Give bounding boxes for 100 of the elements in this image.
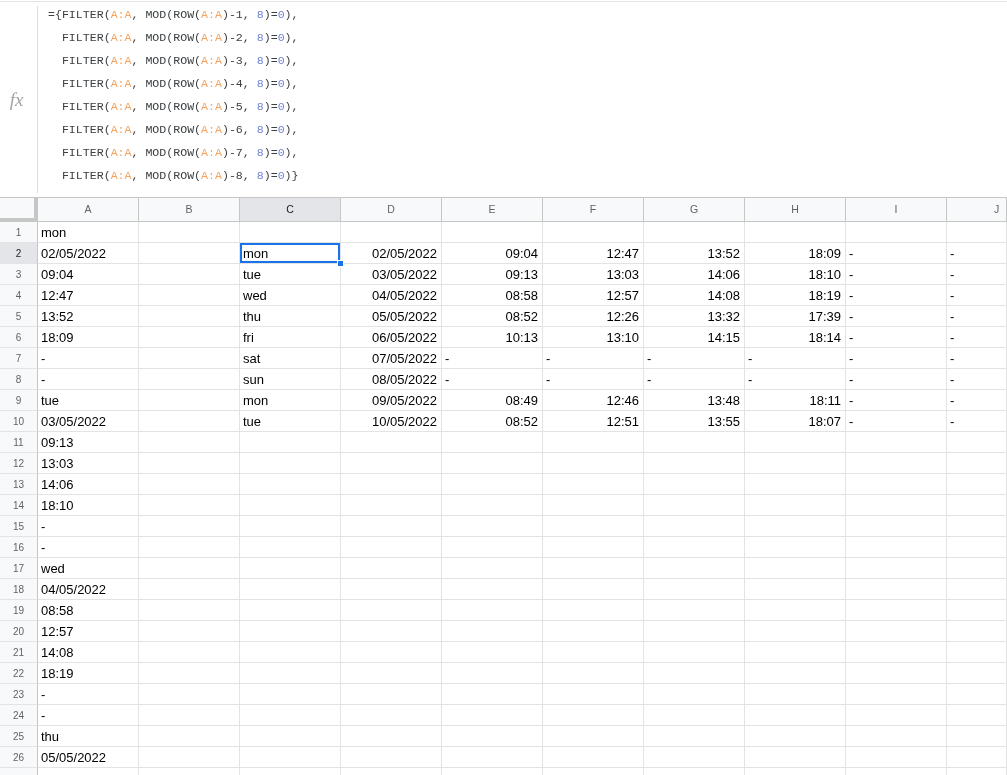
sheet-cell[interactable]: - — [947, 411, 1007, 432]
row-header[interactable]: 7 — [0, 348, 38, 369]
sheet-cell[interactable]: 08:49 — [442, 390, 543, 411]
empty-cell[interactable] — [846, 684, 947, 705]
sheet-cell[interactable]: - — [846, 285, 947, 306]
empty-cell[interactable] — [442, 516, 543, 537]
empty-cell[interactable] — [139, 558, 240, 579]
empty-cell[interactable] — [947, 684, 1007, 705]
empty-cell[interactable] — [745, 222, 846, 243]
row-header[interactable]: 18 — [0, 579, 38, 600]
row-header[interactable]: 15 — [0, 516, 38, 537]
empty-cell[interactable] — [947, 579, 1007, 600]
row-header[interactable]: 25 — [0, 726, 38, 747]
sheet-cell[interactable]: - — [644, 348, 745, 369]
sheet-cell[interactable]: 08:52 — [442, 306, 543, 327]
column-header[interactable]: B — [139, 198, 240, 222]
sheet-cell[interactable]: - — [745, 369, 846, 390]
empty-cell[interactable] — [543, 747, 644, 768]
sheet-cell[interactable]: sun — [240, 369, 341, 390]
sheet-cell[interactable]: 18:09 — [38, 327, 139, 348]
row-header[interactable]: 21 — [0, 642, 38, 663]
empty-cell[interactable] — [442, 600, 543, 621]
empty-cell[interactable] — [846, 495, 947, 516]
empty-cell[interactable] — [442, 222, 543, 243]
empty-cell[interactable] — [846, 474, 947, 495]
sheet-cell[interactable]: - — [38, 684, 139, 705]
empty-cell[interactable] — [139, 306, 240, 327]
empty-cell[interactable] — [644, 684, 745, 705]
empty-cell[interactable] — [745, 432, 846, 453]
empty-cell[interactable] — [947, 474, 1007, 495]
empty-cell[interactable] — [240, 432, 341, 453]
sheet-cell[interactable]: 04/05/2022 — [341, 285, 442, 306]
empty-cell[interactable] — [240, 642, 341, 663]
empty-cell[interactable] — [745, 621, 846, 642]
empty-cell[interactable] — [139, 705, 240, 726]
sheet-cell[interactable]: - — [947, 369, 1007, 390]
empty-cell[interactable] — [745, 495, 846, 516]
sheet-cell[interactable]: 05/05/2022 — [38, 747, 139, 768]
empty-cell[interactable] — [139, 516, 240, 537]
empty-cell[interactable] — [139, 663, 240, 684]
row-header[interactable]: 19 — [0, 600, 38, 621]
sheet-cell[interactable]: 14:06 — [38, 474, 139, 495]
empty-cell[interactable] — [139, 411, 240, 432]
sheet-cell[interactable]: 09:13 — [442, 264, 543, 285]
column-header[interactable]: E — [442, 198, 543, 222]
empty-cell[interactable] — [745, 726, 846, 747]
sheet-cell[interactable]: 12:26 — [543, 306, 644, 327]
sheet-cell[interactable]: - — [38, 516, 139, 537]
empty-cell[interactable] — [846, 663, 947, 684]
sheet-cell[interactable]: 06/05/2022 — [341, 327, 442, 348]
row-header[interactable]: 2 — [0, 243, 38, 264]
empty-cell[interactable] — [543, 516, 644, 537]
sheet-cell[interactable]: thu — [38, 726, 139, 747]
empty-cell[interactable] — [543, 222, 644, 243]
empty-cell[interactable] — [442, 474, 543, 495]
empty-cell[interactable] — [543, 432, 644, 453]
sheet-cell[interactable]: - — [947, 306, 1007, 327]
sheet-cell[interactable]: tue — [240, 411, 341, 432]
empty-cell[interactable] — [341, 558, 442, 579]
sheet-cell[interactable]: 12:57 — [543, 285, 644, 306]
column-header[interactable]: C — [240, 198, 341, 222]
empty-cell[interactable] — [644, 537, 745, 558]
empty-cell[interactable] — [947, 537, 1007, 558]
sheet-cell[interactable]: - — [38, 369, 139, 390]
empty-cell[interactable] — [745, 684, 846, 705]
sheet-cell[interactable]: 14:15 — [644, 327, 745, 348]
empty-cell[interactable] — [442, 726, 543, 747]
sheet-cell[interactable]: 08:58 — [442, 285, 543, 306]
empty-cell[interactable] — [240, 600, 341, 621]
empty-cell[interactable] — [745, 663, 846, 684]
empty-cell[interactable] — [947, 558, 1007, 579]
sheet-cell[interactable]: 09:13 — [38, 432, 139, 453]
empty-cell[interactable] — [341, 684, 442, 705]
empty-cell[interactable] — [543, 684, 644, 705]
formula-line[interactable]: ={FILTER(A:A, MOD(ROW(A:A)-1, 8)=0), — [48, 3, 299, 26]
empty-cell[interactable] — [139, 348, 240, 369]
empty-cell[interactable] — [846, 516, 947, 537]
empty-cell[interactable] — [947, 453, 1007, 474]
sheet-cell[interactable]: - — [947, 264, 1007, 285]
row-header[interactable]: 16 — [0, 537, 38, 558]
sheet-cell[interactable]: 08:58 — [38, 600, 139, 621]
sheet-cell[interactable]: - — [745, 348, 846, 369]
column-header[interactable]: H — [745, 198, 846, 222]
empty-cell[interactable] — [240, 453, 341, 474]
column-header[interactable]: J — [947, 198, 1007, 222]
row-header[interactable]: 12 — [0, 453, 38, 474]
empty-cell[interactable] — [139, 642, 240, 663]
empty-cell[interactable] — [543, 726, 644, 747]
empty-cell[interactable] — [341, 663, 442, 684]
sheet-cell[interactable]: - — [543, 348, 644, 369]
sheet-cell[interactable]: - — [846, 306, 947, 327]
empty-cell[interactable] — [442, 642, 543, 663]
row-header[interactable]: 5 — [0, 306, 38, 327]
empty-cell[interactable] — [139, 432, 240, 453]
sheet-cell[interactable]: - — [947, 390, 1007, 411]
row-header[interactable]: 24 — [0, 705, 38, 726]
sheet-cell[interactable]: 13:10 — [543, 327, 644, 348]
sheet-cell[interactable]: tue — [38, 390, 139, 411]
sheet-cell[interactable]: 09/05/2022 — [341, 390, 442, 411]
empty-cell[interactable] — [543, 642, 644, 663]
